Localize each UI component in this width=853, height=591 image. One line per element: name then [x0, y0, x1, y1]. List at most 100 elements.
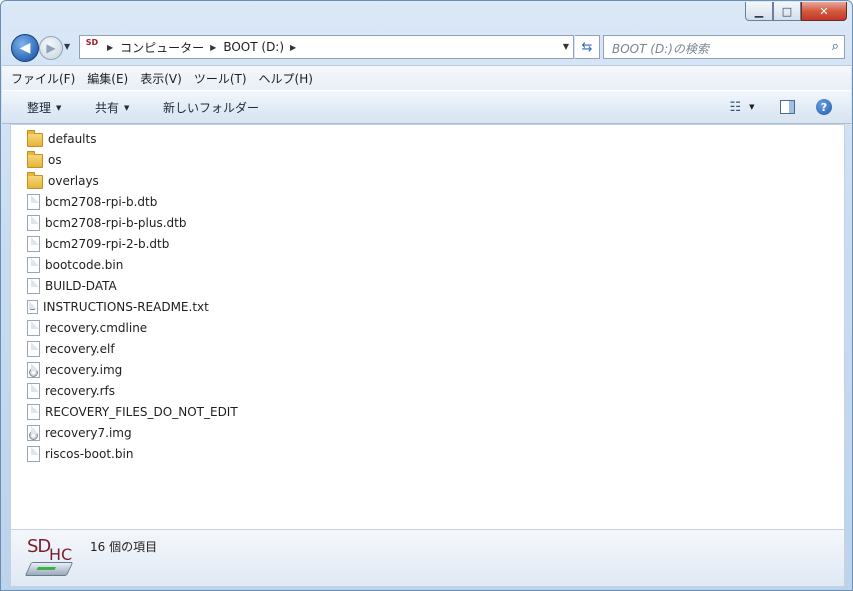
list-item[interactable]: INSTRUCTIONS-README.txt — [27, 296, 209, 317]
file-name: recovery.img — [45, 362, 123, 377]
file-name: RECOVERY_FILES_DO_NOT_EDIT — [45, 404, 238, 419]
drive-icon — [24, 562, 74, 576]
command-bar: 整理 ▼ 共有 ▼ 新しいフォルダー ☷ ▼ ? — [2, 90, 851, 124]
menu-bar: ファイル(F) 編集(E) 表示(V) ツール(T) ヘルプ(H) — [2, 65, 851, 90]
search-icon[interactable]: ⌕ — [832, 39, 839, 54]
organize-button[interactable]: 整理 ▼ — [27, 99, 61, 116]
share-label: 共有 — [95, 101, 120, 115]
list-item[interactable]: recovery7.img — [27, 422, 132, 443]
list-item[interactable]: recovery.img — [27, 359, 122, 380]
file-icon — [27, 340, 40, 357]
chevron-down-icon: ▼ — [124, 103, 130, 112]
file-icon — [27, 214, 40, 231]
file-name: bcm2708-rpi-b.dtb — [45, 194, 158, 209]
list-item[interactable]: bcm2708-rpi-b-plus.dtb — [27, 212, 187, 233]
menu-edit[interactable]: 編集(E) — [87, 70, 128, 87]
list-item[interactable]: bootcode.bin — [27, 254, 123, 275]
back-arrow-icon: ◀ — [19, 40, 31, 56]
new-folder-button[interactable]: 新しいフォルダー — [163, 99, 259, 116]
chevron-right-icon[interactable]: ▶ — [290, 43, 296, 52]
menu-tools[interactable]: ツール(T) — [194, 70, 247, 87]
list-item[interactable]: bcm2708-rpi-b.dtb — [27, 191, 157, 212]
list-item[interactable]: recovery.rfs — [27, 380, 115, 401]
list-item[interactable]: recovery.cmdline — [27, 317, 147, 338]
breadcrumb: ▶ コンピューター ▶ BOOT (D:) ▶ — [101, 39, 303, 56]
file-name: recovery.cmdline — [45, 320, 148, 335]
list-item[interactable]: overlays — [27, 170, 99, 191]
chevron-right-icon[interactable]: ▶ — [210, 43, 216, 52]
chevron-right-icon[interactable]: ▶ — [107, 43, 113, 52]
sd-card-icon: SD — [85, 38, 99, 47]
breadcrumb-computer[interactable]: コンピューター — [120, 39, 204, 56]
folder-icon — [27, 151, 43, 168]
file-name: bcm2709-rpi-2-b.dtb — [45, 236, 170, 251]
menu-view[interactable]: 表示(V) — [140, 70, 182, 87]
address-bar[interactable]: SD ▶ コンピューター ▶ BOOT (D:) ▶ ▼ — [79, 35, 574, 59]
file-name: bcm2708-rpi-b-plus.dtb — [45, 215, 187, 230]
menu-help[interactable]: ヘルプ(H) — [259, 70, 313, 87]
list-item[interactable]: os — [27, 149, 62, 170]
list-item[interactable]: defaults — [27, 128, 96, 149]
search-placeholder: BOOT (D:)の検索 — [612, 42, 709, 56]
file-list: defaults os overlays bcm2708-rpi-b.dtb bcm27… — [10, 124, 845, 530]
list-item[interactable]: bcm2709-rpi-2-b.dtb — [27, 233, 169, 254]
file-name: INSTRUCTIONS-README.txt — [43, 299, 209, 314]
list-item[interactable]: RECOVERY_FILES_DO_NOT_EDIT — [27, 401, 238, 422]
back-button[interactable]: ◀ — [11, 34, 39, 62]
caption-buttons: ▁ □ ✕ — [745, 2, 847, 21]
refresh-icon: ⇆ — [581, 39, 593, 55]
view-options-button[interactable]: ☷ ▼ — [724, 97, 760, 117]
title-bar: ▁ □ ✕ — [1, 1, 852, 31]
sdhc-drive-icon: SD HC — [24, 536, 74, 580]
chevron-down-icon: ▼ — [749, 103, 755, 111]
folder-icon — [27, 172, 43, 189]
help-button[interactable]: ? — [813, 97, 835, 117]
disc-image-icon — [27, 424, 40, 441]
organize-label: 整理 — [27, 101, 52, 115]
file-name: riscos-boot.bin — [45, 446, 134, 461]
close-button[interactable]: ✕ — [801, 2, 847, 21]
new-folder-label: 新しいフォルダー — [163, 101, 260, 115]
history-dropdown-icon[interactable]: ▼ — [64, 42, 70, 51]
details-pane: SD HC 16 個の項目 — [10, 529, 845, 587]
file-name: bootcode.bin — [45, 257, 124, 272]
disc-image-icon — [27, 361, 40, 378]
item-count: 16 個の項目 — [90, 540, 158, 554]
navigation-row: ◀ ▶ ▼ SD ▶ コンピューター ▶ BOOT (D:) ▶ ▼ ⇆ BOO… — [9, 33, 845, 62]
list-item[interactable]: BUILD-DATA — [27, 275, 117, 296]
share-button[interactable]: 共有 ▼ — [95, 99, 129, 116]
list-item[interactable]: recovery.elf — [27, 338, 115, 359]
sdhc-logo-sd: SD — [27, 536, 51, 557]
file-icon — [27, 403, 40, 420]
file-name: os — [48, 152, 62, 167]
file-icon — [27, 445, 40, 462]
file-icon — [27, 193, 40, 210]
refresh-button[interactable]: ⇆ — [575, 35, 600, 59]
view-list-icon: ☷ — [729, 99, 742, 115]
file-icon — [27, 235, 40, 252]
address-dropdown-icon[interactable]: ▼ — [563, 42, 569, 51]
file-name: recovery.elf — [45, 341, 115, 356]
file-icon — [27, 256, 40, 273]
forward-button[interactable]: ▶ — [39, 36, 63, 60]
preview-pane-button[interactable] — [776, 97, 798, 117]
forward-arrow-icon: ▶ — [46, 41, 56, 55]
file-icon — [27, 277, 40, 294]
file-name: defaults — [48, 131, 97, 146]
file-name: recovery.rfs — [45, 383, 116, 398]
file-name: recovery7.img — [45, 425, 132, 440]
folder-icon — [27, 130, 43, 147]
list-item[interactable]: riscos-boot.bin — [27, 443, 133, 464]
file-name: BUILD-DATA — [45, 278, 117, 293]
menu-file[interactable]: ファイル(F) — [11, 70, 75, 87]
file-name: overlays — [48, 173, 99, 188]
help-icon: ? — [816, 99, 832, 115]
preview-pane-icon — [779, 100, 795, 114]
text-file-icon — [27, 299, 38, 314]
explorer-window: ▁ □ ✕ ◀ ▶ ▼ SD ▶ コンピューター ▶ BOOT (D:) ▶ ▼… — [0, 0, 853, 591]
maximize-button[interactable]: □ — [773, 2, 801, 21]
chevron-down-icon: ▼ — [56, 103, 62, 112]
search-box[interactable]: BOOT (D:)の検索 ⌕ — [603, 35, 845, 59]
minimize-button[interactable]: ▁ — [745, 2, 773, 21]
breadcrumb-boot-drive[interactable]: BOOT (D:) — [223, 40, 284, 54]
